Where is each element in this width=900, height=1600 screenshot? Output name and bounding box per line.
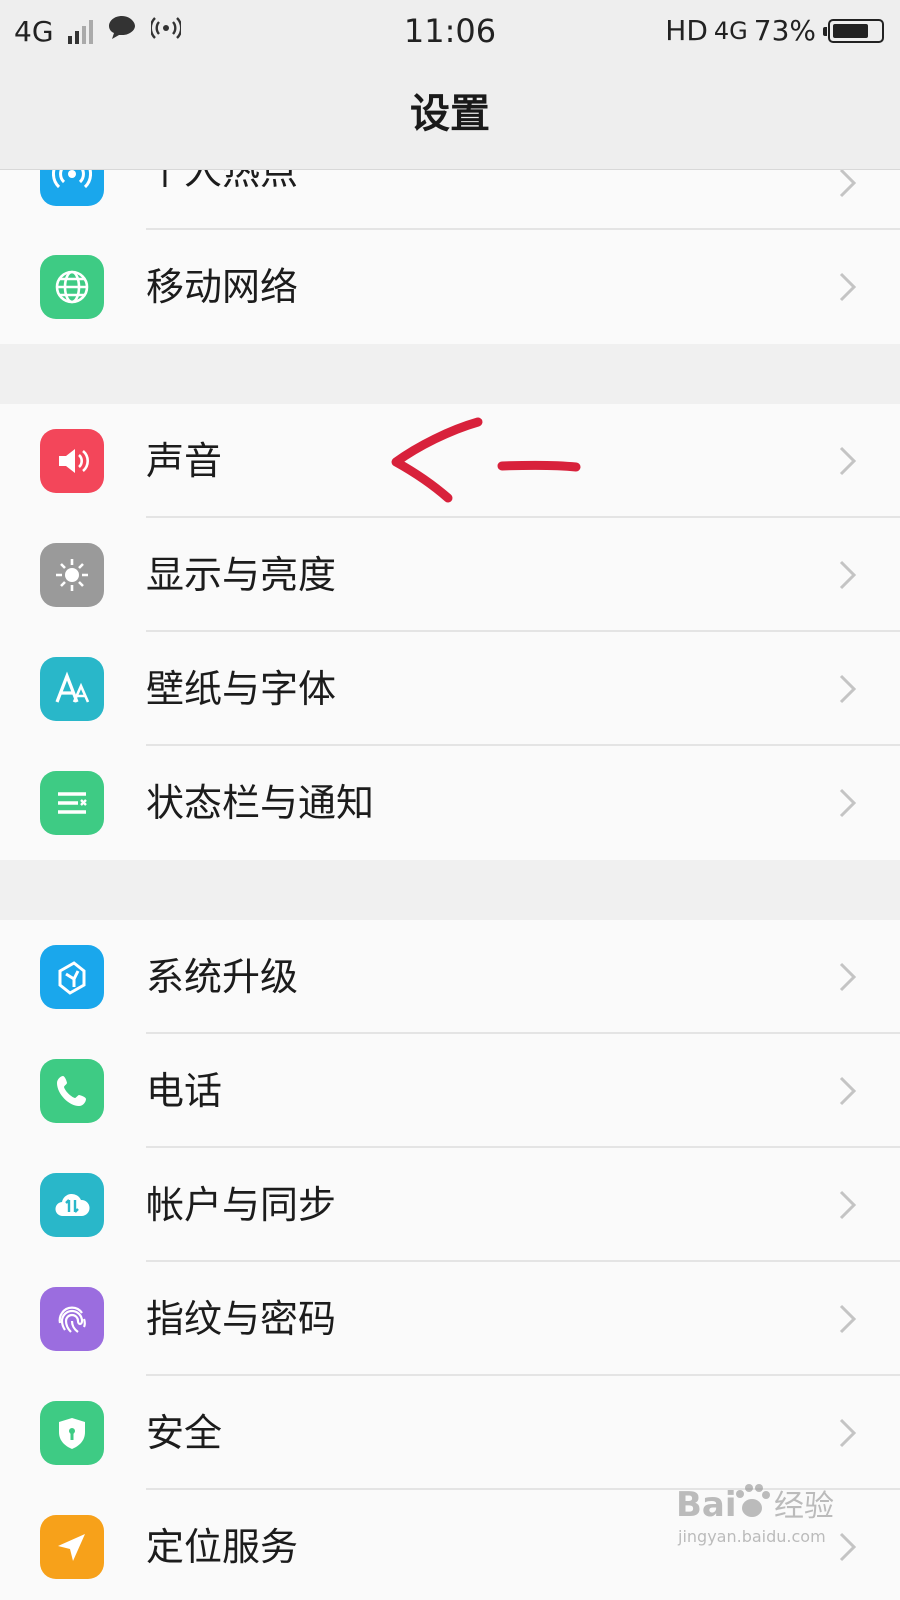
chevron-right-icon <box>839 560 857 590</box>
chevron-right-icon <box>839 1076 857 1106</box>
chevron-right-icon <box>839 788 857 818</box>
settings-item-account-sync[interactable]: 帐户与同步 <box>0 1148 900 1262</box>
page-title: 设置 <box>0 62 900 170</box>
settings-item-display-brightness[interactable]: 显示与亮度 <box>0 518 900 632</box>
settings-item-fingerprint-password[interactable]: 指纹与密码 <box>0 1262 900 1376</box>
shield-icon <box>40 1401 104 1465</box>
hotspot-icon <box>40 170 104 206</box>
cloud-sync-icon <box>40 1173 104 1237</box>
speaker-icon <box>40 429 104 493</box>
chevron-right-icon <box>839 272 857 302</box>
location-icon <box>40 1515 104 1579</box>
settings-item-label: 移动网络 <box>146 265 299 309</box>
notification-icon <box>40 771 104 835</box>
globe-icon <box>40 255 104 319</box>
paw-icon <box>736 1484 770 1517</box>
chevron-right-icon <box>839 1304 857 1334</box>
font-icon <box>40 657 104 721</box>
chevron-right-icon <box>839 170 857 198</box>
settings-item-label: 状态栏与通知 <box>146 781 375 825</box>
settings-item-statusbar-notification[interactable]: 状态栏与通知 <box>0 746 900 860</box>
settings-item-label: 声音 <box>146 439 223 483</box>
settings-group-network: 个人热点 移动网络 <box>0 170 900 344</box>
watermark-url: jingyan.baidu.com <box>677 1527 826 1546</box>
phone-icon <box>40 1059 104 1123</box>
hd-indicator: HD <box>665 14 708 47</box>
status-right: HD 4G 73% <box>665 14 884 47</box>
settings-item-label: 指纹与密码 <box>146 1297 337 1341</box>
settings-item-mobile-network[interactable]: 移动网络 <box>0 230 900 344</box>
chevron-right-icon <box>839 962 857 992</box>
settings-item-label: 显示与亮度 <box>146 553 337 597</box>
battery-icon <box>823 18 884 43</box>
battery-percent: 73% <box>753 14 816 47</box>
settings-item-wallpaper-font[interactable]: 壁纸与字体 <box>0 632 900 746</box>
settings-item-label: 安全 <box>146 1411 223 1455</box>
brightness-icon <box>40 543 104 607</box>
chevron-right-icon <box>839 1190 857 1220</box>
baidu-watermark: Bai 经验 jingyan.baidu.com <box>672 1478 882 1548</box>
settings-item-label: 系统升级 <box>146 955 299 999</box>
chevron-right-icon <box>839 446 857 476</box>
red-arrow-annotation <box>391 417 581 503</box>
fingerprint-icon <box>40 1287 104 1351</box>
settings-item-label: 定位服务 <box>146 1525 299 1569</box>
settings-item-label: 电话 <box>146 1069 223 1113</box>
settings-list: 个人热点 移动网络 声音 显示与亮度 壁纸与字体 状态栏与通知 系统升级 电话 … <box>0 170 900 1600</box>
watermark-brand-right: 经验 <box>774 1489 834 1524</box>
settings-item-system-upgrade[interactable]: 系统升级 <box>0 920 900 1034</box>
chevron-right-icon <box>839 1418 857 1448</box>
mobile-data-indicator: 4G <box>713 16 748 45</box>
chevron-right-icon <box>839 674 857 704</box>
status-bar: 4G 11:06 HD 4G 73% <box>0 0 900 62</box>
settings-item-label: 壁纸与字体 <box>146 667 337 711</box>
settings-item-label: 个人热点 <box>146 170 299 193</box>
upgrade-icon <box>40 945 104 1009</box>
settings-item-label: 帐户与同步 <box>146 1183 337 1227</box>
settings-item-security[interactable]: 安全 <box>0 1376 900 1490</box>
settings-item-phone[interactable]: 电话 <box>0 1034 900 1148</box>
settings-item-hotspot[interactable]: 个人热点 <box>0 170 900 230</box>
watermark-brand-left: Bai <box>676 1485 737 1525</box>
